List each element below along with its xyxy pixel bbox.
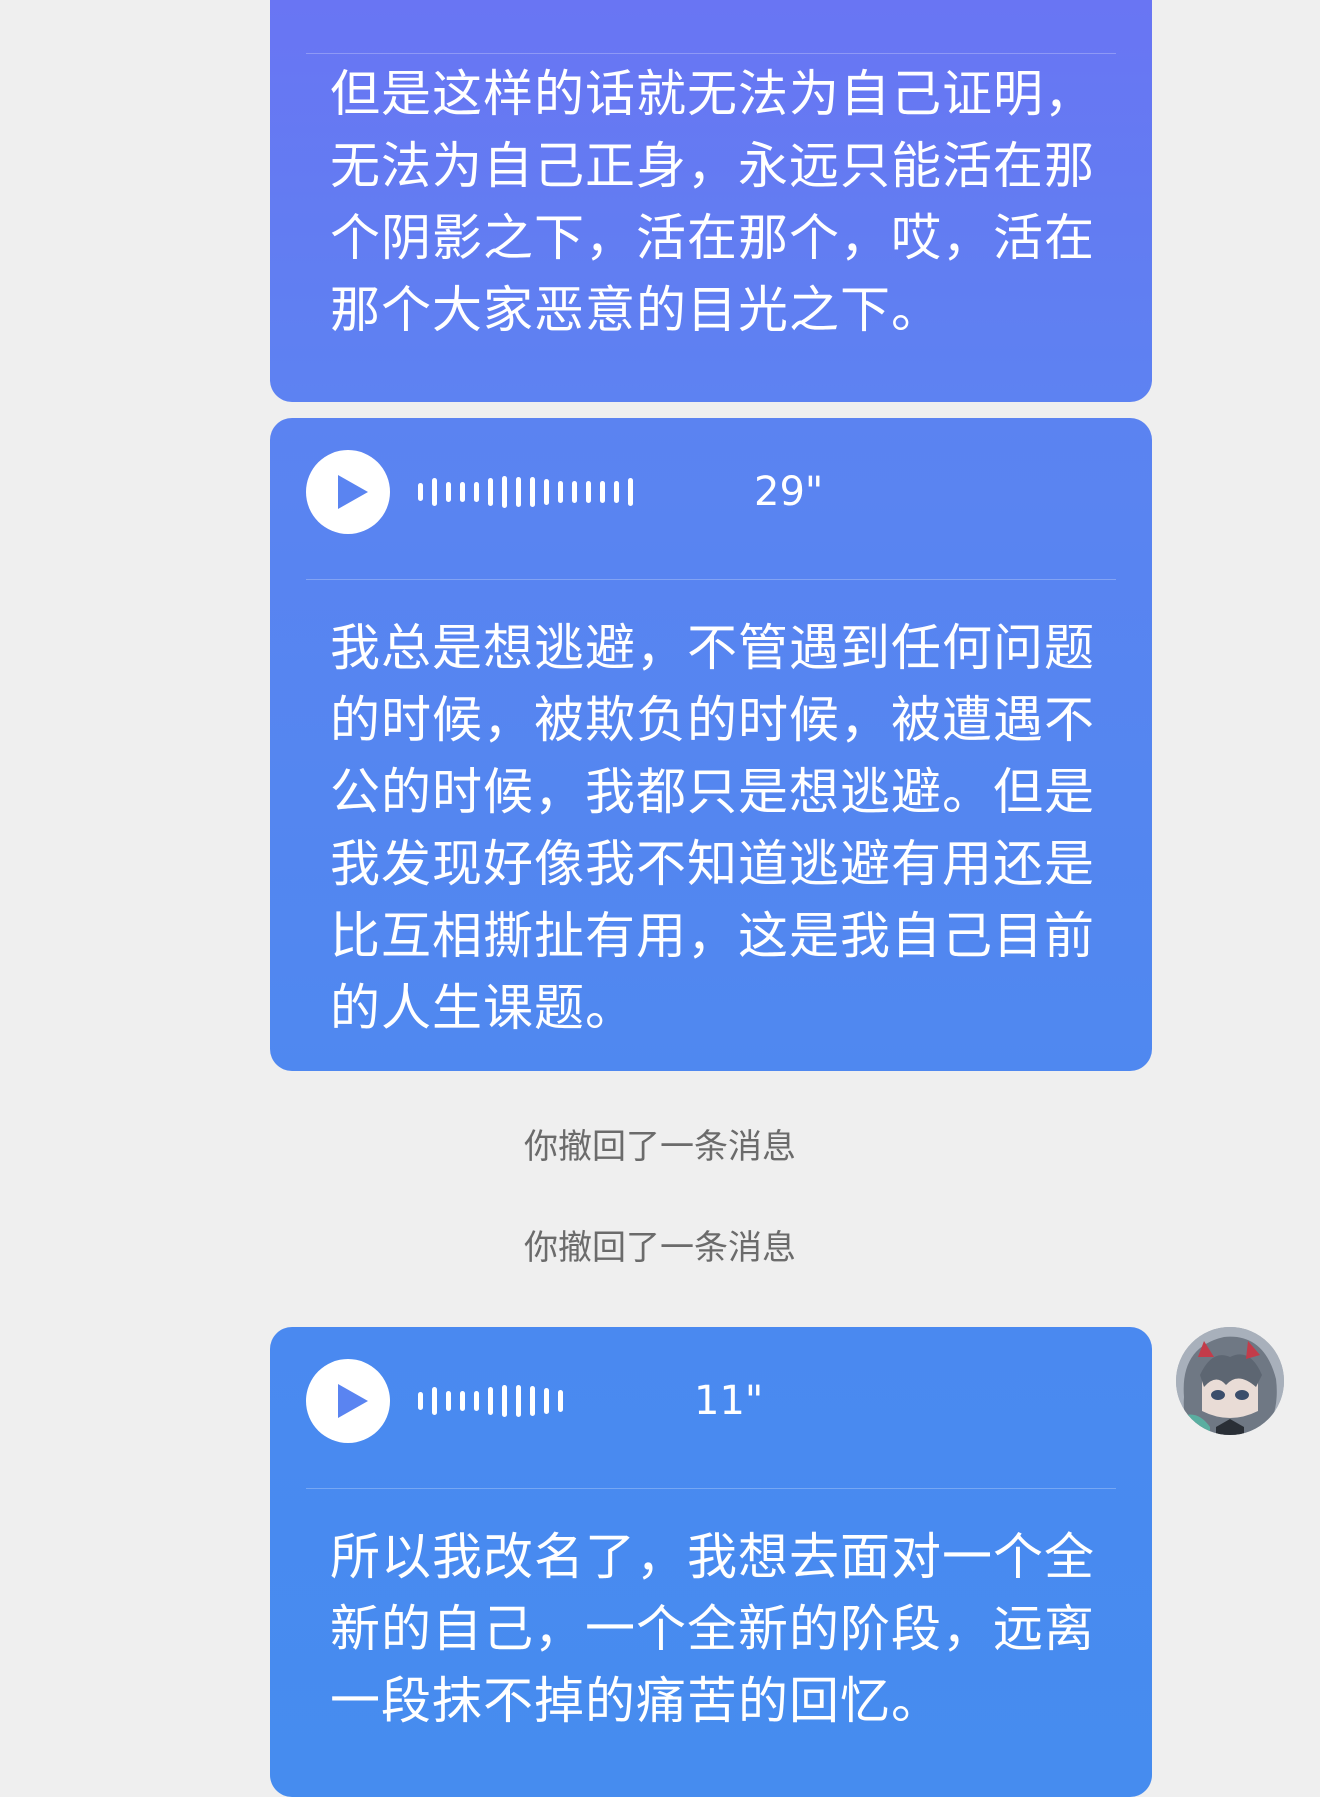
transcript-text: 所以我改名了，我想去面对一个全新的自己，一个全新的阶段，远离一段抹不掉的痛苦的回…: [330, 1528, 1095, 1730]
transcript-text: 但是这样的话就无法为自己证明，无法为自己正身，永远只能活在那个阴影之下，活在那个…: [330, 65, 1095, 339]
recall-notice: 你撤回了一条消息: [0, 1125, 1320, 1169]
waveform-icon: [418, 476, 633, 508]
voice-duration: 11": [694, 1378, 764, 1424]
recall-notice-text: 你撤回了一条消息: [524, 1127, 796, 1167]
divider: [306, 53, 1116, 54]
voice-row[interactable]: 11": [270, 1327, 1152, 1487]
avatar[interactable]: [1176, 1327, 1284, 1435]
divider: [306, 579, 1116, 580]
play-icon[interactable]: [306, 1359, 390, 1443]
voice-row[interactable]: 29": [270, 418, 1152, 578]
voice-message-bubble[interactable]: 29" 我总是想逃避，不管遇到任何问题的时候，被欺负的时候，被遭遇不公的时候，我…: [270, 418, 1152, 1071]
voice-duration: 29": [754, 469, 824, 515]
transcript-text: 我总是想逃避，不管遇到任何问题的时候，被欺负的时候，被遭遇不公的时候，我都只是想…: [330, 619, 1095, 1037]
avatar-image: [1176, 1327, 1284, 1435]
waveform-icon: [418, 1385, 563, 1417]
play-icon[interactable]: [306, 450, 390, 534]
recall-notice-text: 你撤回了一条消息: [524, 1228, 796, 1268]
divider: [306, 1488, 1116, 1489]
voice-message-bubble[interactable]: 11" 所以我改名了，我想去面对一个全新的自己，一个全新的阶段，远离一段抹不掉的…: [270, 1327, 1152, 1797]
recall-notice: 你撤回了一条消息: [0, 1226, 1320, 1270]
message-bubble[interactable]: 但是这样的话就无法为自己证明，无法为自己正身，永远只能活在那个阴影之下，活在那个…: [270, 0, 1152, 402]
